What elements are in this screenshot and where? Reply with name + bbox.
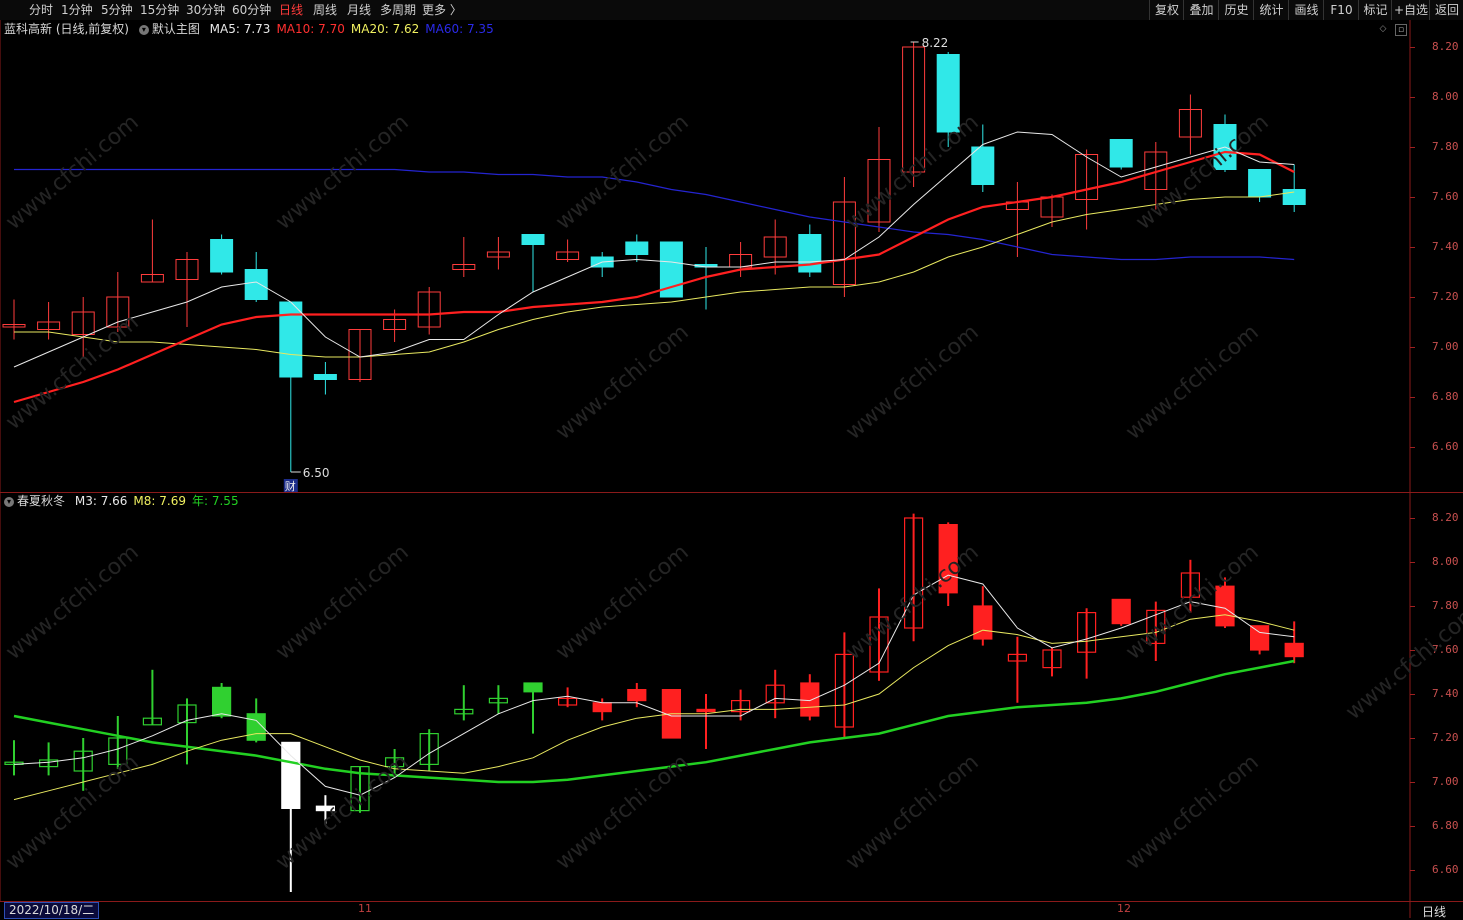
- sub-candle-body-36: [1249, 625, 1270, 651]
- main-axis-tick-3: [1410, 197, 1415, 198]
- sub-axis-tick-8: [1410, 870, 1415, 871]
- start-date-label: 2022/10/18/二: [4, 902, 100, 919]
- sub-candle-body-32: [1111, 598, 1131, 625]
- main-candle-body-18: [625, 241, 649, 255]
- sub-candle-body-23: [800, 682, 820, 717]
- main-candle-body-32: [1109, 139, 1133, 168]
- main-axis-tick-0: [1410, 47, 1415, 48]
- sub-candle-body-28: [973, 605, 993, 640]
- sub-candle-body-18: [627, 688, 647, 702]
- sub-axis-tick-1: [1410, 562, 1415, 563]
- main-axis-tick-2: [1410, 147, 1415, 148]
- main-candle-body-36: [1248, 169, 1272, 198]
- sub-axis-tick-2: [1410, 606, 1415, 607]
- main-candle-body-23: [798, 234, 822, 273]
- main-candle-body-37: [1282, 189, 1306, 205]
- main-axis-tick-4: [1410, 247, 1415, 248]
- high-price-label: 8.22: [922, 36, 949, 50]
- main-axis-label-6: 7.00: [1432, 340, 1459, 353]
- main-axis-tick-5: [1410, 297, 1415, 298]
- m3-line: [13, 574, 1295, 796]
- sub-axis-tick-4: [1410, 694, 1415, 695]
- year-line: [13, 659, 1295, 784]
- sub-axis-label-1: 8.00: [1432, 555, 1459, 568]
- sub-candle-body-8: [281, 741, 301, 810]
- sub-axis-label-8: 6.60: [1432, 863, 1459, 876]
- sub-candle-body-20: [696, 708, 716, 713]
- sub-axis-tick-6: [1410, 782, 1415, 783]
- main-axis-label-7: 6.80: [1432, 390, 1459, 403]
- main-axis-label-4: 7.40: [1432, 240, 1459, 253]
- main-axis-tick-7: [1410, 397, 1415, 398]
- sub-candle-body-17: [592, 702, 612, 713]
- main-axis-label-0: 8.20: [1432, 40, 1459, 53]
- main-axis-label-2: 7.80: [1432, 140, 1459, 153]
- sub-axis-label-4: 7.40: [1432, 687, 1459, 700]
- main-axis-tick-6: [1410, 347, 1415, 348]
- main-candle-body-9: [313, 374, 337, 380]
- sub-candle-body-37: [1284, 642, 1304, 658]
- main-axis-label-3: 7.60: [1432, 190, 1459, 203]
- sub-axis-tick-7: [1410, 826, 1415, 827]
- main-axis-label-8: 6.60: [1432, 440, 1459, 453]
- sub-axis-tick-5: [1410, 738, 1415, 739]
- sub-axis-label-5: 7.20: [1432, 731, 1459, 744]
- low-price-label: 6.50: [303, 466, 330, 480]
- main-candle-body-7: [244, 269, 268, 300]
- period-label: 日线: [1422, 905, 1447, 919]
- sub-candle-body-15: [523, 682, 543, 693]
- sub-axis-tick-0: [1410, 518, 1415, 519]
- sub-axis-label-7: 6.80: [1432, 819, 1459, 832]
- main-candle-body-8: [279, 301, 303, 378]
- month-label-12: 12: [1117, 902, 1131, 915]
- sub-axis-label-6: 7.00: [1432, 775, 1459, 788]
- date-axis: 2022/10/18/二 11 12 日线: [0, 902, 1463, 919]
- main-axis-tick-8: [1410, 447, 1415, 448]
- month-label-11: 11: [358, 902, 372, 915]
- main-axis-label-5: 7.20: [1432, 290, 1459, 303]
- main-candle-body-6: [210, 239, 234, 273]
- main-candle-body-28: [971, 146, 995, 185]
- fin-badge: 财: [285, 479, 296, 493]
- ma60-line: [14, 168, 1295, 261]
- main-axis-tick-1: [1410, 97, 1415, 98]
- main-candle-body-15: [521, 234, 545, 245]
- sub-axis-label-0: 8.20: [1432, 511, 1459, 524]
- sub-candle-body-6: [212, 686, 232, 717]
- main-axis-label-1: 8.00: [1432, 90, 1459, 103]
